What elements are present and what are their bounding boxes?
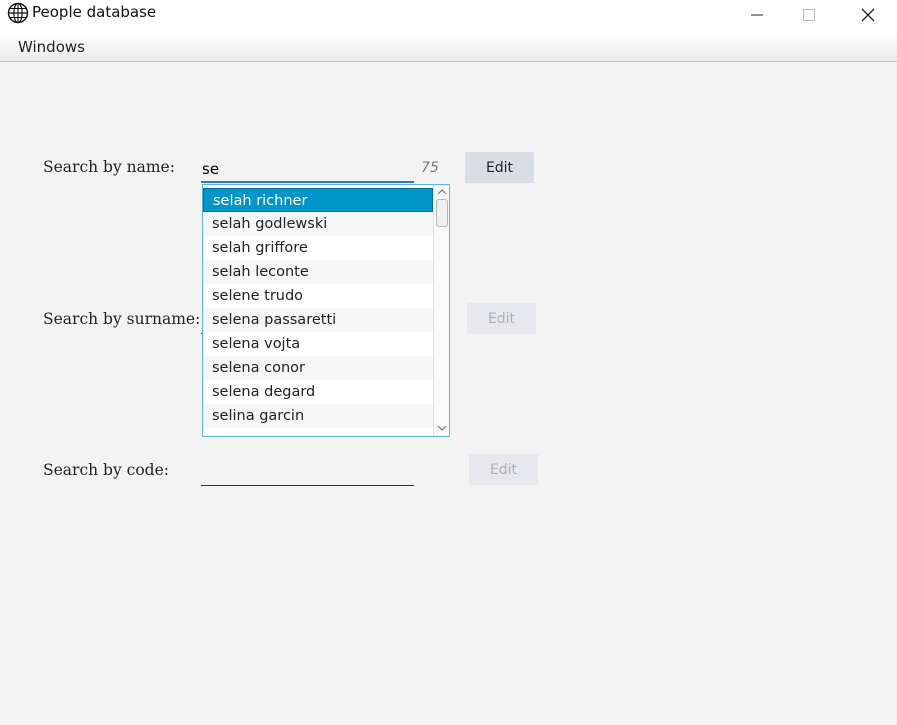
- title-bar: People database: [0, 0, 897, 30]
- suggestion-item[interactable]: selena degard: [203, 380, 433, 404]
- menu-bar: Windows: [0, 30, 897, 62]
- maximize-button[interactable]: [786, 0, 832, 30]
- edit-surname-button[interactable]: Edit: [467, 303, 536, 334]
- name-search-label: Search by name:: [43, 158, 175, 176]
- suggestion-list: selah richner selah godlewski selah grif…: [203, 185, 433, 428]
- menu-windows[interactable]: Windows: [18, 38, 85, 56]
- suggestion-dropdown[interactable]: selah richner selah godlewski selah grif…: [202, 184, 450, 437]
- suggestion-item[interactable]: selah richner: [203, 188, 433, 212]
- suggestion-item[interactable]: selah griffore: [203, 236, 433, 260]
- scroll-down-icon[interactable]: [437, 423, 447, 433]
- edit-code-button[interactable]: Edit: [469, 454, 538, 485]
- window-title: People database: [32, 3, 157, 21]
- suggestion-item[interactable]: selah leconte: [203, 260, 433, 284]
- result-count: 75: [421, 160, 439, 176]
- scrollbar-thumb[interactable]: [436, 199, 448, 227]
- globe-icon: [7, 2, 29, 24]
- maximize-icon: [803, 9, 815, 21]
- minimize-button[interactable]: [734, 0, 780, 30]
- suggestion-item[interactable]: selena passaretti: [203, 308, 433, 332]
- surname-search-label: Search by surname:: [43, 310, 201, 328]
- suggestion-item[interactable]: selah godlewski: [203, 212, 433, 236]
- code-search-label: Search by code:: [43, 461, 169, 479]
- edit-name-button[interactable]: Edit: [465, 152, 534, 183]
- code-search-input[interactable]: [201, 459, 414, 486]
- minimize-icon: [751, 14, 763, 16]
- name-search-input[interactable]: [201, 156, 414, 183]
- suggestion-item[interactable]: selene trudo: [203, 284, 433, 308]
- suggestion-item[interactable]: selina garcin: [203, 404, 433, 428]
- close-button[interactable]: [845, 0, 891, 30]
- suggestion-item[interactable]: selena vojta: [203, 332, 433, 356]
- suggestion-item[interactable]: selena conor: [203, 356, 433, 380]
- scroll-up-icon[interactable]: [437, 187, 447, 197]
- dropdown-scrollbar[interactable]: [433, 185, 449, 436]
- close-icon: [861, 8, 875, 22]
